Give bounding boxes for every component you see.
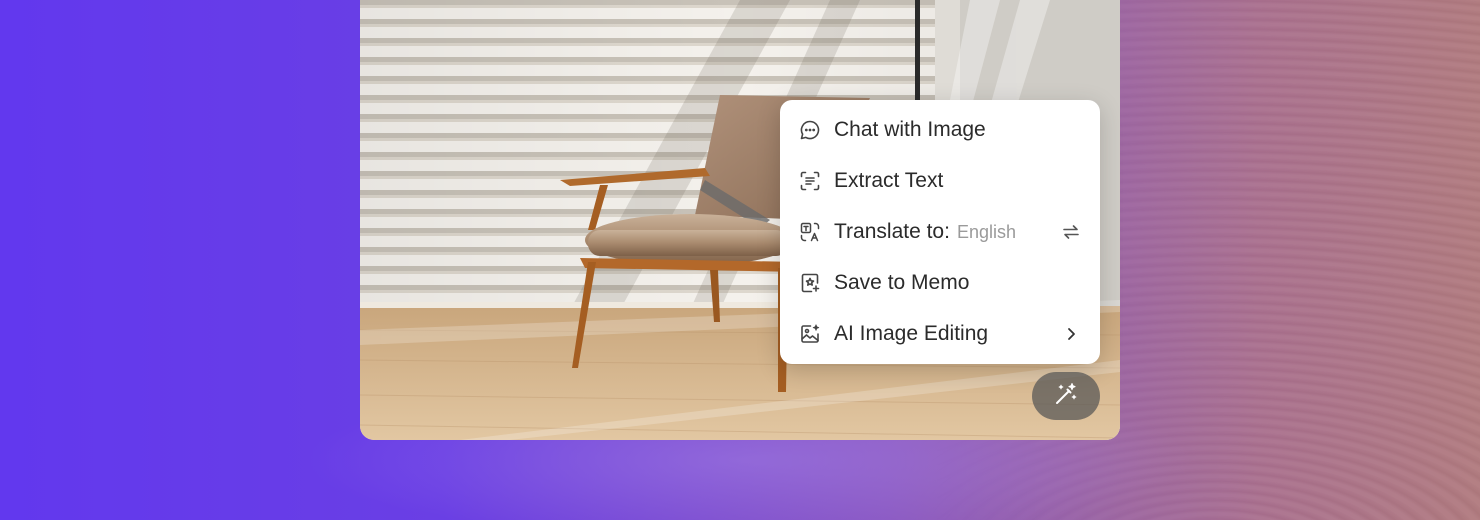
text-scan-icon [798, 169, 822, 193]
menu-item-label: Extract Text [834, 168, 944, 192]
menu-item-label: Save to Memo [834, 270, 970, 294]
menu-item-chat-with-image[interactable]: Chat with Image [780, 104, 1100, 155]
magic-wand-icon [1052, 380, 1080, 413]
target-language[interactable]: English [957, 222, 1016, 243]
menu-item-translate[interactable]: Translate to: English [780, 206, 1100, 257]
menu-item-label: AI Image Editing [834, 321, 989, 345]
chevron-right-icon [1060, 323, 1082, 345]
menu-item-extract-text[interactable]: Extract Text [780, 155, 1100, 206]
menu-item-save-to-memo[interactable]: Save to Memo [780, 257, 1100, 308]
menu-item-label: Translate to: [834, 219, 950, 243]
chat-bubble-icon [798, 118, 822, 142]
swap-icon[interactable] [1060, 221, 1082, 243]
save-memo-icon [798, 271, 822, 295]
menu-item-ai-image-editing[interactable]: AI Image Editing [780, 308, 1100, 359]
magic-wand-button[interactable] [1032, 372, 1100, 420]
ai-image-icon [798, 322, 822, 346]
menu-item-label: Chat with Image [834, 117, 986, 141]
context-menu: Chat with Image Extract Text Translate t… [780, 100, 1100, 364]
translate-icon [798, 220, 822, 244]
